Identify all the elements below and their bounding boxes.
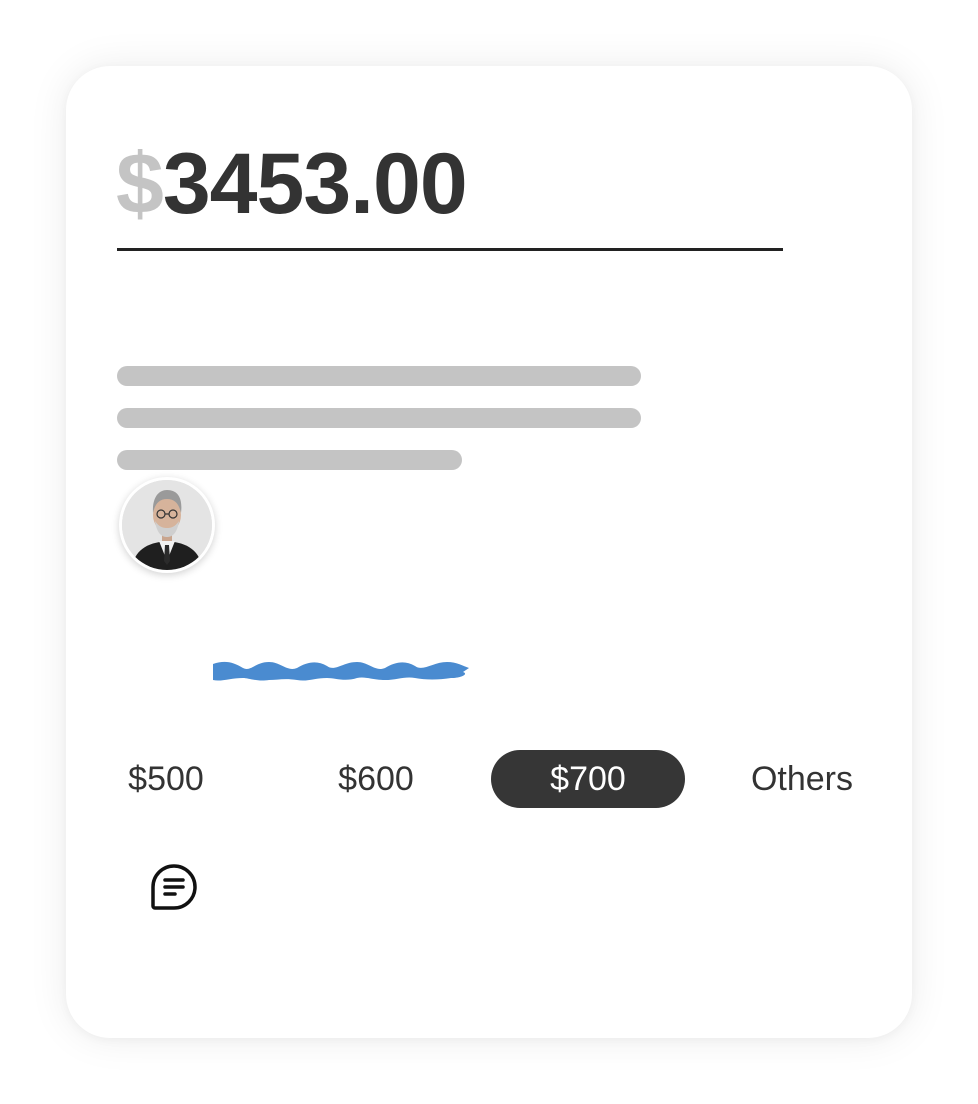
amount-underline: [117, 248, 783, 251]
amount-options: $500 $600 $700 Others: [96, 750, 896, 808]
text-placeholder-line-3: [117, 450, 462, 470]
donation-amount: $3453.00: [116, 134, 468, 234]
donation-card: $3453.00 $500 $600 $700 Others: [66, 66, 912, 1038]
option-700[interactable]: $700: [491, 750, 685, 808]
avatar-icon: [122, 480, 212, 570]
signature-scribble-icon: [213, 661, 469, 681]
option-500[interactable]: $500: [96, 750, 236, 808]
signature: [211, 660, 473, 684]
text-placeholder-line-2: [117, 408, 641, 428]
option-600[interactable]: $600: [306, 750, 446, 808]
amount-value: 3453.00: [162, 136, 468, 232]
text-placeholder-line-1: [117, 366, 641, 386]
donor-avatar: [119, 477, 215, 573]
currency-symbol: $: [116, 136, 164, 232]
option-others[interactable]: Others: [732, 750, 872, 808]
comment-icon[interactable]: [151, 864, 197, 910]
